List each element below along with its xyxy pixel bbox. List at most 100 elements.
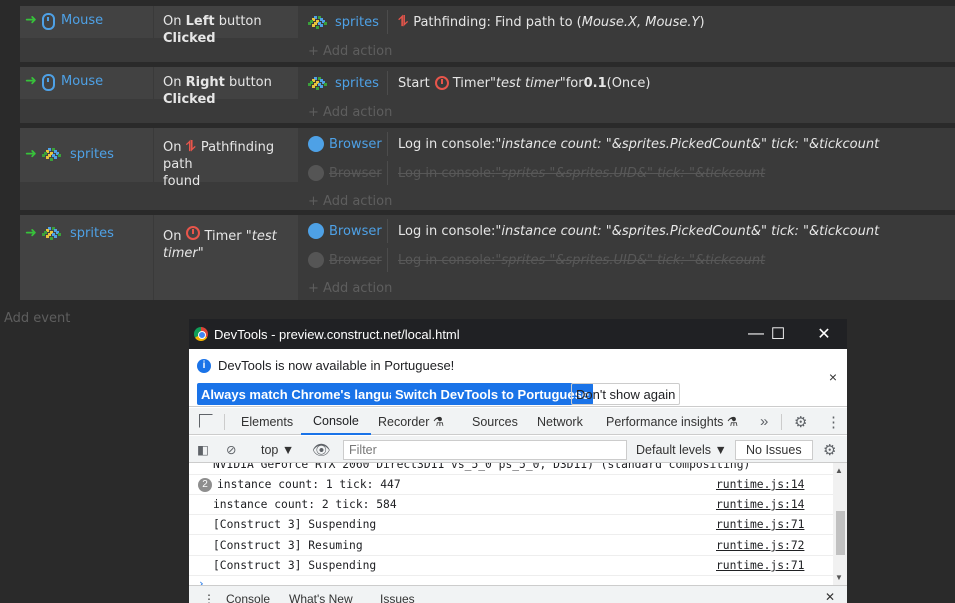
sidebar-toggle-icon[interactable]: ◧ (197, 436, 209, 463)
issues-button[interactable]: No Issues (735, 440, 813, 460)
settings-gear-icon[interactable]: ⚙ (794, 408, 807, 435)
action-row[interactable]: sprites ⥮ Pathfinding: Find path to (Mous… (308, 10, 955, 34)
sprite-icon-pixel (316, 26, 319, 29)
condition-text: On Right button Clicked (163, 75, 272, 107)
close-window-button[interactable]: ✕ (801, 319, 847, 349)
console-output[interactable]: NVIDIA GeForce RTX 2060 Direct3D11 vs_5_… (189, 463, 847, 585)
condition-object: Mouse (42, 67, 154, 99)
tab-console[interactable]: Console (301, 408, 371, 435)
live-expression-eye-icon[interactable]: 👁 (312, 436, 331, 463)
action-object: Browser (308, 248, 388, 272)
event-row-2[interactable]: ➜ Mouse On Right button Clicked sprites … (20, 67, 955, 123)
add-event-link[interactable]: Add event (4, 311, 70, 326)
browser-icon (308, 252, 324, 268)
action-text: Log in console: "sprites "&sprites.UID&"… (398, 252, 766, 268)
disabled-action-row[interactable]: Browser Log in console: "sprites "&sprit… (308, 248, 955, 272)
action-row[interactable]: Browser Log in console: "instance count:… (308, 132, 955, 156)
clear-console-icon[interactable]: ⊘ (226, 436, 236, 463)
event-row-3[interactable]: ➜ sprites On ⥮ Pathfinding path found Brow… (20, 128, 955, 210)
sprite-icon-pixel (54, 156, 57, 159)
console-prompt-icon[interactable]: › (198, 577, 205, 585)
event-row-1[interactable]: ➜ Mouse On Left button Clicked sprites ⥮… (20, 6, 955, 62)
match-language-button[interactable]: Always match Chrome's language (197, 383, 416, 405)
devtools-titlebar[interactable]: DevTools - preview.construct.net/local.h… (189, 319, 847, 349)
condition-object: Mouse (42, 6, 154, 38)
sprite-icon-pixel (50, 158, 53, 161)
action-text: Log in console: "instance count: "&sprit… (398, 136, 880, 152)
condition-text: On ⥮ Pathfinding path found (163, 139, 275, 189)
condition-object: sprites (42, 215, 154, 300)
action-row[interactable]: sprites Start Timer "test timer" for 0.1 … (308, 71, 955, 95)
sprite-icon-pixel (42, 233, 45, 236)
sprite-icon-pixel (320, 24, 323, 27)
add-action-link[interactable]: + Add action (308, 44, 392, 59)
context-selector[interactable]: top ▼ (261, 436, 294, 463)
console-settings-gear-icon[interactable]: ⚙ (823, 436, 836, 463)
dont-show-again-button[interactable]: Don't show again (571, 383, 681, 405)
inspect-element-icon[interactable] (199, 414, 213, 428)
log-levels-dropdown[interactable]: Default levels ▼ (636, 436, 727, 463)
action-row[interactable]: Browser Log in console: "instance count:… (308, 219, 955, 243)
source-link[interactable]: runtime.js:14 (716, 498, 804, 511)
devtools-window: DevTools - preview.construct.net/local.h… (189, 319, 847, 603)
tab-network[interactable]: Network (537, 408, 583, 435)
infobar-close-icon[interactable]: × (829, 369, 837, 385)
tab-elements[interactable]: Elements (241, 408, 293, 435)
console-scrollbar[interactable]: ▲ ▼ (833, 463, 847, 585)
action-object: Browser (308, 219, 388, 243)
window-title: DevTools - preview.construct.net/local.h… (214, 326, 460, 342)
sprite-icon-pixel (324, 83, 327, 86)
action-object: Browser (308, 161, 388, 185)
drawer-tab-console[interactable]: Console (226, 592, 270, 603)
action-text: Start Timer "test timer" for 0.1 (Once) (398, 75, 651, 91)
devtools-tabbar: Elements Console Recorder ⚗ Sources Netw… (189, 408, 847, 435)
chrome-logo-icon (194, 327, 208, 341)
condition-block[interactable]: ➜ sprites On ⥮ Pathfinding path found (20, 128, 298, 189)
sprite-icon-pixel (42, 154, 45, 157)
source-link[interactable]: runtime.js:71 (716, 518, 804, 531)
timer-icon (186, 226, 201, 240)
console-message: instance count: 2 tick: 584 runtime.js:14 (189, 495, 833, 515)
console-message: NVIDIA GeForce RTX 2060 Direct3D11 vs_5_… (189, 463, 833, 475)
tab-performance-insights[interactable]: Performance insights ⚗ (606, 408, 738, 435)
browser-icon (308, 165, 324, 181)
maximize-button[interactable]: ☐ (755, 319, 801, 349)
disabled-action-row[interactable]: Browser Log in console: "sprites "&sprit… (308, 161, 955, 185)
switch-language-button[interactable]: Switch DevTools to Portuguese (391, 383, 594, 405)
timer-icon (434, 76, 449, 90)
source-link[interactable]: runtime.js:14 (716, 478, 804, 491)
condition-block[interactable]: ➜ Mouse On Right button Clicked (20, 67, 298, 107)
tab-sources[interactable]: Sources (472, 408, 518, 435)
pathfinding-icon: ⥮ (398, 14, 409, 30)
add-action-link[interactable]: + Add action (308, 194, 392, 209)
add-action-link[interactable]: + Add action (308, 105, 392, 120)
tab-recorder[interactable]: Recorder ⚗ (378, 408, 444, 435)
scroll-down-icon[interactable]: ▼ (835, 573, 843, 582)
source-link[interactable]: runtime.js:71 (716, 559, 804, 572)
drawer-menu-icon[interactable]: ⋮ (203, 592, 215, 603)
action-object: Browser (308, 132, 388, 156)
scrollbar-thumb[interactable] (836, 511, 845, 555)
drawer-close-icon[interactable]: ✕ (825, 590, 835, 603)
add-action-link[interactable]: + Add action (308, 281, 392, 296)
drawer-tab-issues[interactable]: Issues (380, 592, 415, 603)
condition-text: On Timer "test timer" (154, 215, 298, 300)
kebab-menu-icon[interactable]: ⋮ (826, 408, 841, 435)
condition-block[interactable]: ➜ Mouse On Left button Clicked (20, 6, 298, 46)
more-tabs-button[interactable]: » (760, 408, 768, 435)
event-row-4[interactable]: ➜ sprites On Timer "test timer" Browser L… (20, 215, 955, 300)
filter-input[interactable]: Filter (343, 440, 627, 460)
divider (781, 414, 782, 430)
action-text: ⥮ Pathfinding: Find path to (Mouse.X, Mou… (398, 14, 705, 30)
condition-block[interactable]: ➜ sprites On Timer "test timer" (20, 215, 298, 300)
sprite-icon-pixel (46, 156, 49, 159)
sprite-icon-pixel (58, 233, 61, 236)
sprite-icon-pixel (58, 154, 61, 157)
source-link[interactable]: runtime.js:72 (716, 539, 804, 552)
scroll-up-icon[interactable]: ▲ (835, 466, 843, 475)
sprite-icon-pixel (312, 24, 315, 27)
pathfinding-icon: ⥮ (185, 139, 196, 155)
console-message: [Construct 3] Suspending runtime.js:71 (189, 515, 833, 535)
sprite-icon-pixel (324, 22, 327, 25)
drawer-tab-whats-new[interactable]: What's New (289, 592, 353, 603)
